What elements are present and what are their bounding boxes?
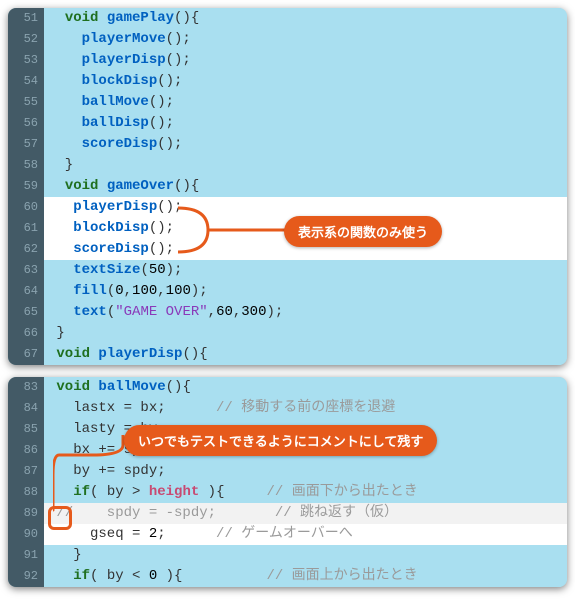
code-line[interactable]: 65 text("GAME OVER",60,300);	[8, 302, 567, 323]
code-content[interactable]: // spdy = -spdy; // 跳ね返す（仮）	[44, 503, 567, 524]
code-line[interactable]: 59 void gameOver(){	[8, 176, 567, 197]
code-editor-top[interactable]: 51 void gamePlay(){52 playerMove();53 pl…	[8, 8, 567, 365]
line-number: 89	[8, 503, 44, 524]
code-content[interactable]: }	[44, 545, 567, 566]
code-content[interactable]: playerDisp();	[44, 197, 567, 218]
line-number: 64	[8, 281, 44, 302]
code-content[interactable]: gseq = 2; // ゲームオーバーへ	[44, 524, 567, 545]
line-number: 61	[8, 218, 44, 239]
line-number: 87	[8, 461, 44, 482]
code-line[interactable]: 54 blockDisp();	[8, 71, 567, 92]
line-number: 53	[8, 50, 44, 71]
code-content[interactable]: void playerDisp(){	[44, 344, 567, 365]
code-content[interactable]: text("GAME OVER",60,300);	[44, 302, 567, 323]
code-line[interactable]: 56 ballDisp();	[8, 113, 567, 134]
line-number: 63	[8, 260, 44, 281]
line-number: 86	[8, 440, 44, 461]
line-number: 59	[8, 176, 44, 197]
line-number: 67	[8, 344, 44, 365]
code-content[interactable]: void gamePlay(){	[44, 8, 567, 29]
line-number: 62	[8, 239, 44, 260]
line-number: 66	[8, 323, 44, 344]
code-content[interactable]: if( by > height ){ // 画面下から出たとき	[44, 482, 567, 503]
code-content[interactable]: by += spdy;	[44, 461, 567, 482]
callout-top: 表示系の関数のみ使う	[284, 216, 442, 247]
line-number: 88	[8, 482, 44, 503]
code-line[interactable]: 52 playerMove();	[8, 29, 567, 50]
code-line[interactable]: 55 ballMove();	[8, 92, 567, 113]
code-line[interactable]: 58 }	[8, 155, 567, 176]
code-line[interactable]: 84 lastx = bx; // 移動する前の座標を退避	[8, 398, 567, 419]
callout-bottom: いつでもテストできるようにコメントにして残す	[124, 425, 437, 456]
code-line[interactable]: 66 }	[8, 323, 567, 344]
code-line[interactable]: 83 void ballMove(){	[8, 377, 567, 398]
callout-target-ring	[48, 506, 72, 530]
code-line[interactable]: 51 void gamePlay(){	[8, 8, 567, 29]
code-content[interactable]: playerMove();	[44, 29, 567, 50]
code-content[interactable]: textSize(50);	[44, 260, 567, 281]
line-number: 92	[8, 566, 44, 587]
line-number: 65	[8, 302, 44, 323]
code-content[interactable]: ballDisp();	[44, 113, 567, 134]
line-number: 85	[8, 419, 44, 440]
code-content[interactable]: ballMove();	[44, 92, 567, 113]
line-number: 83	[8, 377, 44, 398]
code-line[interactable]: 57 scoreDisp();	[8, 134, 567, 155]
code-content[interactable]: if( by < 0 ){ // 画面上から出たとき	[44, 566, 567, 587]
code-content[interactable]: }	[44, 323, 567, 344]
code-line[interactable]: 92 if( by < 0 ){ // 画面上から出たとき	[8, 566, 567, 587]
code-line[interactable]: 60 playerDisp();	[8, 197, 567, 218]
code-line[interactable]: 91 }	[8, 545, 567, 566]
code-line[interactable]: 89 // spdy = -spdy; // 跳ね返す（仮）	[8, 503, 567, 524]
line-number: 55	[8, 92, 44, 113]
code-line[interactable]: 87 by += spdy;	[8, 461, 567, 482]
code-content[interactable]: void gameOver(){	[44, 176, 567, 197]
code-content[interactable]: scoreDisp();	[44, 134, 567, 155]
line-number: 84	[8, 398, 44, 419]
line-number: 57	[8, 134, 44, 155]
line-number: 58	[8, 155, 44, 176]
code-line[interactable]: 63 textSize(50);	[8, 260, 567, 281]
code-line[interactable]: 67 void playerDisp(){	[8, 344, 567, 365]
code-content[interactable]: fill(0,100,100);	[44, 281, 567, 302]
line-number: 54	[8, 71, 44, 92]
line-number: 51	[8, 8, 44, 29]
code-line[interactable]: 88 if( by > height ){ // 画面下から出たとき	[8, 482, 567, 503]
code-content[interactable]: }	[44, 155, 567, 176]
code-line[interactable]: 90 gseq = 2; // ゲームオーバーへ	[8, 524, 567, 545]
code-content[interactable]: playerDisp();	[44, 50, 567, 71]
line-number: 91	[8, 545, 44, 566]
code-editor-bottom[interactable]: 83 void ballMove(){84 lastx = bx; // 移動す…	[8, 377, 567, 587]
line-number: 52	[8, 29, 44, 50]
line-number: 60	[8, 197, 44, 218]
code-line[interactable]: 53 playerDisp();	[8, 50, 567, 71]
line-number: 56	[8, 113, 44, 134]
line-number: 90	[8, 524, 44, 545]
code-line[interactable]: 64 fill(0,100,100);	[8, 281, 567, 302]
code-content[interactable]: void ballMove(){	[44, 377, 567, 398]
code-content[interactable]: blockDisp();	[44, 71, 567, 92]
code-content[interactable]: lastx = bx; // 移動する前の座標を退避	[44, 398, 567, 419]
